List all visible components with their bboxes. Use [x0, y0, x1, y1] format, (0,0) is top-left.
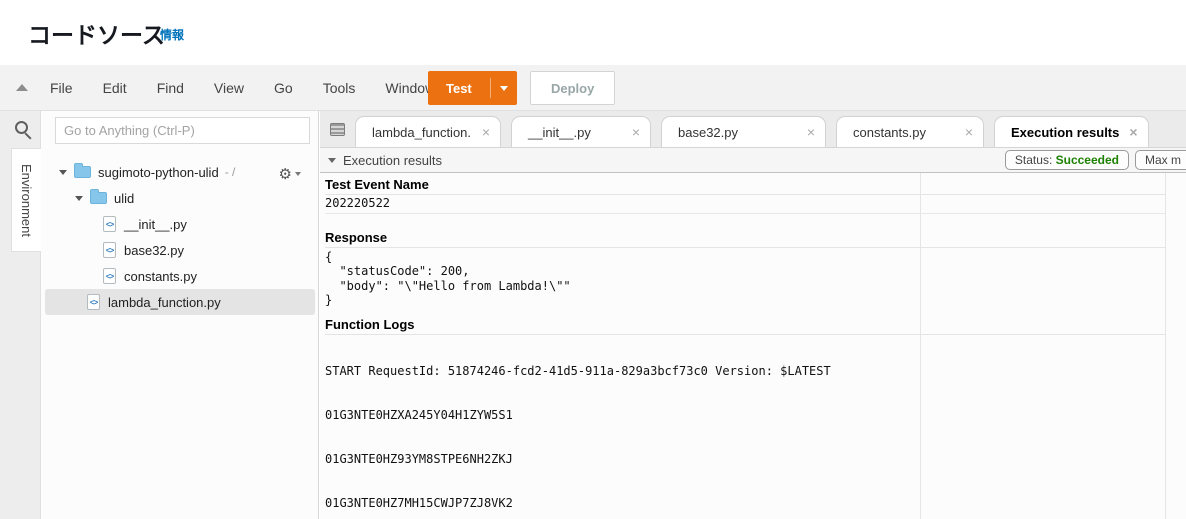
tab-lambda-function[interactable]: lambda_function. ×	[355, 116, 501, 147]
search-icon[interactable]	[15, 121, 28, 134]
environment-tab-label: Environment	[19, 163, 35, 237]
gear-icon: ⚙	[278, 166, 292, 183]
menu-item-tools[interactable]: Tools	[323, 80, 356, 96]
status-badges: Status: Succeeded Max m	[1004, 150, 1186, 170]
close-icon[interactable]: ×	[807, 124, 815, 140]
tree-item-label: base32.py	[124, 242, 184, 258]
deploy-button[interactable]: Deploy	[530, 71, 616, 105]
log-line: 01G3NTE0HZ93YM8STPE6NH2ZKJ	[325, 451, 513, 466]
log-line: 01G3NTE0HZXA245Y04H1ZYW5S1	[325, 407, 513, 422]
tab-base32-py[interactable]: base32.py ×	[661, 116, 826, 147]
function-logs: START RequestId: 51874246-fcd2-41d5-911a…	[325, 335, 1186, 519]
tree-item-label: lambda_function.py	[108, 294, 221, 310]
status-label: Status:	[1014, 153, 1053, 167]
tab-label: constants.py	[853, 124, 926, 140]
menu-item-view[interactable]: View	[214, 80, 244, 96]
folder-icon	[90, 189, 107, 204]
expander-icon[interactable]	[75, 195, 83, 201]
tree-item-label: sugimoto-python-ulid	[98, 164, 219, 180]
goto-anything-input[interactable]	[55, 117, 310, 144]
tree-item-base32-py[interactable]: <> base32.py	[45, 237, 315, 263]
python-file-icon: <>	[87, 294, 100, 310]
tab-list-icon[interactable]	[330, 123, 345, 136]
response-heading: Response	[325, 229, 1165, 248]
tree-item-label: ulid	[114, 190, 135, 206]
tab-execution-results[interactable]: Execution results ×	[994, 116, 1149, 147]
page-header: コードソース 情報	[0, 0, 1186, 65]
file-explorer-panel: ⚙ sugimoto-python-ulid - / ulid <> __ini…	[41, 111, 319, 519]
log-line: 01G3NTE0HZ7MH15CWJP7ZJ8VK2	[325, 495, 513, 510]
tree-item-lambda-function-py[interactable]: <> lambda_function.py	[45, 289, 315, 315]
tab-label: base32.py	[678, 124, 738, 140]
tab-label: lambda_function.	[372, 124, 472, 140]
status-badge: Status: Succeeded	[1004, 150, 1129, 170]
environment-tab[interactable]: Environment	[11, 148, 41, 252]
editor-tab-bar: lambda_function. × __init__.py × base32.…	[320, 111, 1186, 148]
execution-results-bar: Execution results Status: Succeeded Max …	[320, 148, 1186, 173]
tree-item-init-py[interactable]: <> __init__.py	[45, 211, 315, 237]
tree-item-root-folder[interactable]: sugimoto-python-ulid - /	[45, 159, 315, 185]
tab-label: Execution results	[1011, 124, 1120, 140]
folder-icon	[74, 163, 91, 178]
editor-pane: lambda_function. × __init__.py × base32.…	[320, 111, 1186, 519]
python-file-icon: <>	[103, 216, 116, 232]
execution-results-title: Execution results	[343, 152, 442, 168]
file-tree: ⚙ sugimoto-python-ulid - / ulid <> __ini…	[41, 159, 319, 315]
close-icon[interactable]: ×	[1129, 124, 1137, 140]
collapse-section-icon[interactable]	[328, 157, 336, 163]
tab-init-py[interactable]: __init__.py ×	[511, 116, 651, 147]
lambda-code-source-page: コードソース 情報 File Edit Find View Go Tools W…	[0, 0, 1186, 519]
function-logs-heading: Function Logs	[325, 316, 1165, 335]
test-dropdown-button[interactable]	[491, 71, 517, 105]
chevron-down-icon	[295, 172, 301, 176]
close-icon[interactable]: ×	[632, 124, 640, 140]
tab-constants-py[interactable]: constants.py ×	[836, 116, 984, 147]
menu-items: File Edit Find View Go Tools Window	[50, 65, 435, 111]
close-icon[interactable]: ×	[482, 124, 490, 140]
max-memory-badge: Max m	[1135, 150, 1186, 170]
page-title: コードソース	[28, 22, 165, 48]
tree-item-ulid-folder[interactable]: ulid	[45, 185, 315, 211]
python-file-icon: <>	[103, 268, 116, 284]
info-link[interactable]: 情報	[160, 26, 184, 43]
expander-icon[interactable]	[59, 169, 67, 175]
execution-results-content: Test Event Name 202220522 Response { "st…	[320, 173, 1186, 519]
menu-item-go[interactable]: Go	[274, 80, 293, 96]
chevron-down-icon	[499, 85, 508, 91]
response-json: { "statusCode": 200, "body": "\"Hello fr…	[325, 249, 571, 308]
python-file-icon: <>	[103, 242, 116, 258]
menu-item-find[interactable]: Find	[157, 80, 184, 96]
tree-item-label: constants.py	[124, 268, 197, 284]
log-line: START RequestId: 51874246-fcd2-41d5-911a…	[325, 364, 831, 379]
test-event-name-heading: Test Event Name	[325, 176, 1165, 195]
tree-item-constants-py[interactable]: <> constants.py	[45, 263, 315, 289]
tree-item-suffix: - /	[224, 165, 236, 179]
test-event-name-value: 202220522	[325, 195, 1165, 214]
tree-settings-button[interactable]: ⚙	[279, 161, 301, 187]
menu-item-edit[interactable]: Edit	[103, 80, 127, 96]
tree-item-label: __init__.py	[124, 216, 187, 232]
close-icon[interactable]: ×	[965, 124, 973, 140]
status-value: Succeeded	[1055, 153, 1119, 167]
test-split-button[interactable]: Test	[428, 71, 517, 105]
menu-item-file[interactable]: File	[50, 80, 73, 96]
collapse-menubar-icon[interactable]	[16, 84, 28, 91]
tab-label: __init__.py	[528, 124, 591, 140]
test-button[interactable]: Test	[428, 71, 490, 105]
